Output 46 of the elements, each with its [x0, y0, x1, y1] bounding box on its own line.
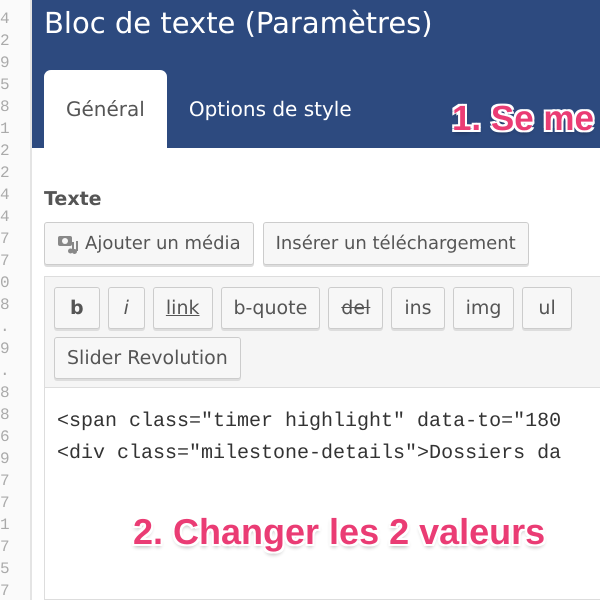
format-button[interactable]: Slider Revolution — [54, 337, 241, 379]
annotation-text: 2. Changer les 2 valeurs — [133, 511, 546, 552]
line-fragment: 5 — [0, 75, 11, 96]
line-fragment: 6 — [0, 427, 11, 448]
line-fragment: 7 — [0, 471, 11, 492]
line-fragment: 8 — [0, 405, 11, 426]
line-fragment: 2 — [0, 141, 11, 162]
format-button[interactable]: link — [152, 287, 212, 329]
line-fragment: 7 — [0, 251, 11, 272]
tab[interactable]: Général — [44, 70, 167, 148]
format-button[interactable]: ins — [391, 287, 445, 329]
field-label: Texte — [44, 188, 102, 210]
format-button[interactable]: b — [54, 287, 100, 329]
annotation-text: 1. Se me — [452, 99, 594, 138]
line-fragment: 9 — [0, 53, 11, 74]
upload-button[interactable]: Insérer un téléchargement — [262, 222, 529, 265]
format-button[interactable]: b-quote — [220, 287, 320, 329]
line-fragment: 9 — [0, 449, 11, 470]
line-fragment: 2 — [0, 31, 11, 52]
line-fragment: 8 — [0, 97, 11, 118]
dialog-title: Bloc de texte (Paramètres) — [44, 6, 433, 40]
line-fragment: 5 — [0, 559, 11, 580]
line-fragment: . — [0, 317, 11, 338]
line-fragment: 1 — [0, 515, 11, 536]
format-button[interactable]: ul — [522, 287, 572, 329]
line-fragment: 8 — [0, 383, 11, 404]
line-fragment: 7 — [0, 537, 11, 558]
line-fragment: 7 — [0, 229, 11, 250]
format-button[interactable]: i — [108, 287, 145, 329]
line-fragment: 7 — [0, 493, 11, 514]
line-fragment: . — [0, 361, 11, 382]
code-line: <span class="timer highlight" data-to="180 — [57, 409, 562, 435]
line-fragment: 9 — [0, 339, 11, 360]
line-fragment: 8 — [0, 295, 11, 316]
line-fragment: 2 — [0, 163, 11, 184]
line-fragment: 4 — [0, 9, 11, 30]
add-media-button[interactable]: Ajouter un média — [44, 222, 254, 265]
line-fragment: 0 — [0, 273, 11, 294]
line-fragment: 1 — [0, 119, 11, 140]
line-fragment: 7 — [0, 581, 11, 600]
line-fragment: 4 — [0, 207, 11, 228]
format-button[interactable]: del — [328, 287, 384, 329]
tab[interactable]: Options de style — [166, 70, 374, 148]
format-button[interactable]: img — [452, 287, 514, 329]
line-fragment: 4 — [0, 185, 11, 206]
code-line: <div class="milestone-details">Dossiers da — [57, 441, 562, 467]
